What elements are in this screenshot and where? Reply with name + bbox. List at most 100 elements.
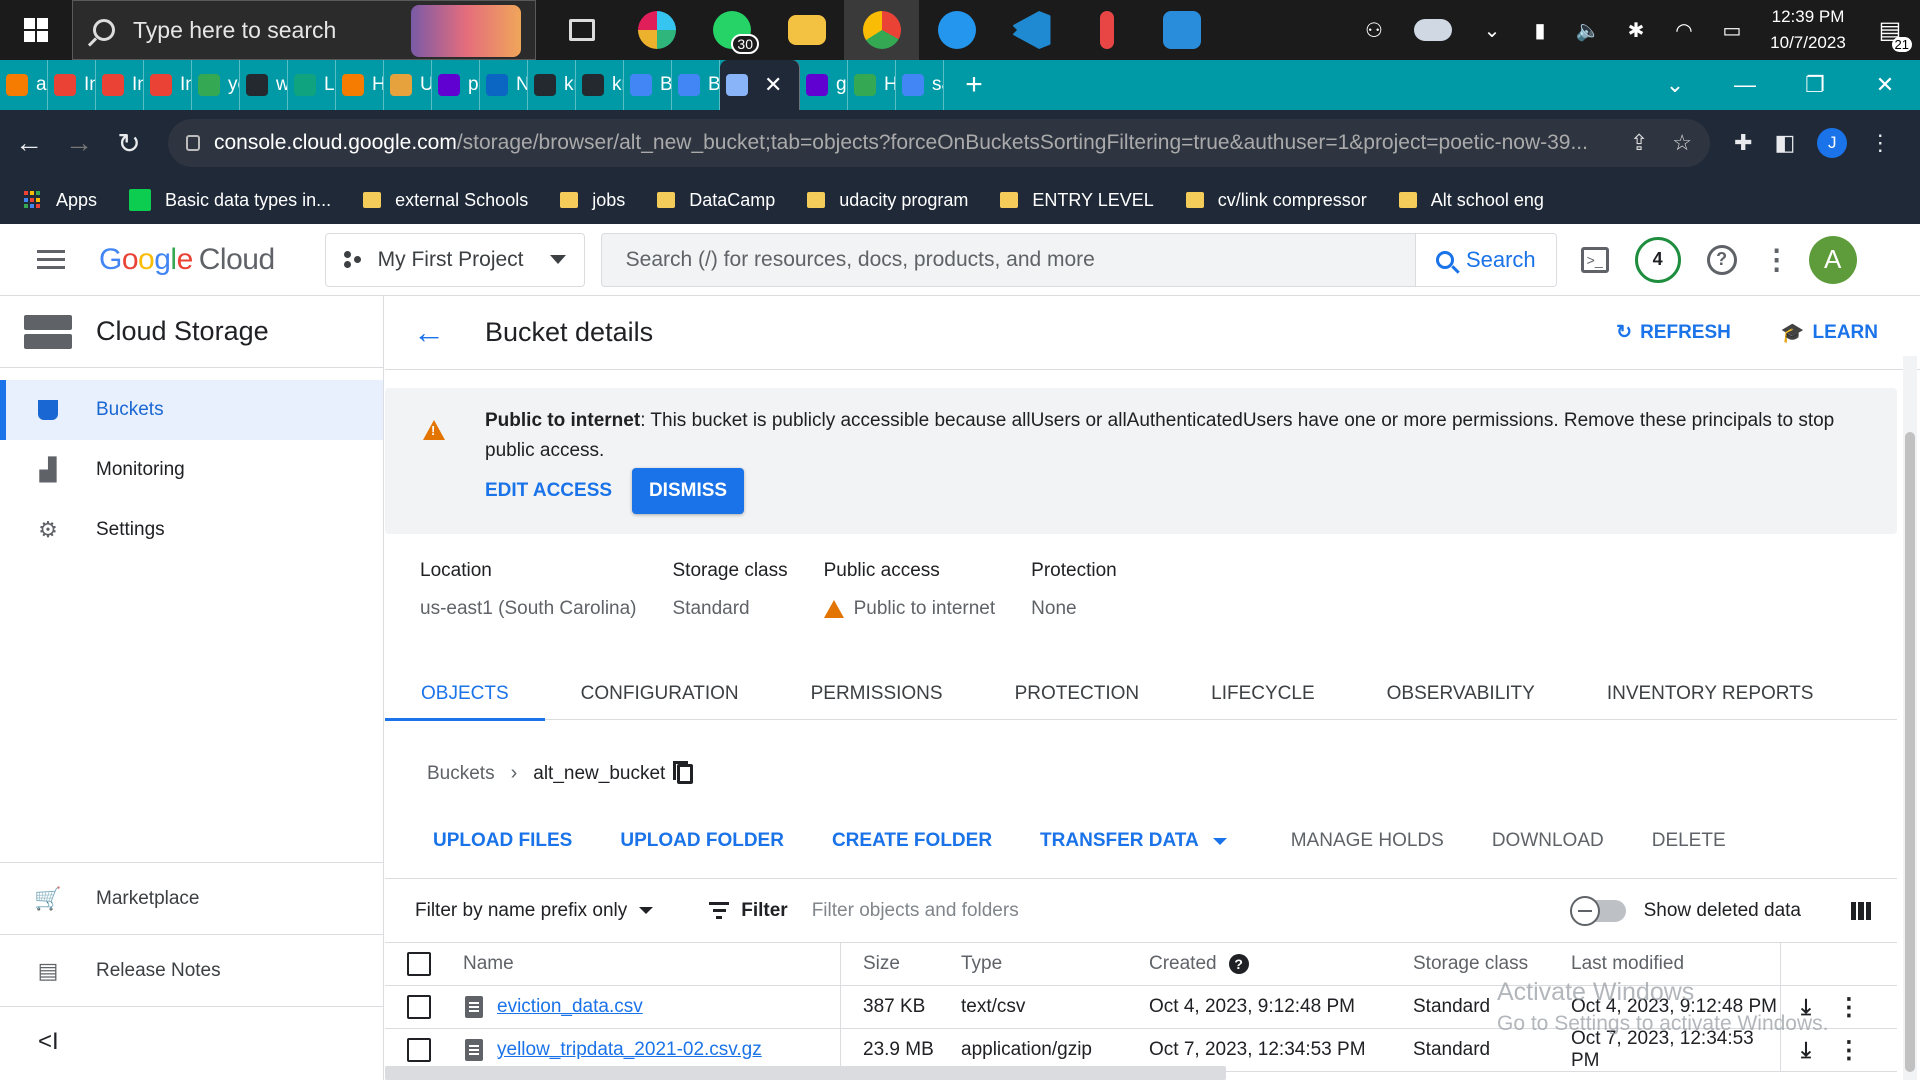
col-header-size[interactable]: Size: [841, 953, 961, 975]
browser-tab[interactable]: kri: [528, 60, 576, 110]
browser-tab[interactable]: Hc: [848, 60, 896, 110]
more-options-icon[interactable]: ⋮: [1837, 993, 1861, 1022]
forward-button[interactable]: →: [58, 127, 100, 159]
chevron-up-icon[interactable]: ⌄: [1468, 0, 1516, 60]
row-checkbox[interactable]: [407, 1038, 431, 1062]
select-all-checkbox[interactable]: [407, 952, 431, 976]
taskbar-slack[interactable]: [619, 0, 694, 60]
cloud-shell-icon[interactable]: >_: [1580, 246, 1609, 273]
refresh-button[interactable]: ↻ REFRESH: [1616, 321, 1731, 345]
filter-mode-select[interactable]: Filter by name prefix only: [415, 900, 654, 922]
bookmark-item[interactable]: jobs: [560, 190, 625, 211]
wifi-icon[interactable]: ◠: [1660, 0, 1708, 60]
browser-tab[interactable]: Inl: [96, 60, 144, 110]
delete-button[interactable]: DELETE: [1628, 830, 1750, 852]
taskbar-file-explorer[interactable]: [769, 0, 844, 60]
weather-icon[interactable]: [1398, 0, 1468, 60]
col-header-storage-class[interactable]: Storage class: [1413, 953, 1571, 975]
notifications-button[interactable]: 4: [1634, 236, 1681, 283]
sidebar-item-monitoring[interactable]: ▟ Monitoring: [0, 440, 383, 500]
browser-tab[interactable]: Nc: [480, 60, 528, 110]
column-display-icon[interactable]: [1851, 901, 1871, 920]
google-cloud-logo[interactable]: Google Cloud: [99, 243, 275, 277]
console-search-input[interactable]: Search (/) for resources, docs, products…: [602, 248, 1415, 272]
bookmark-star-icon[interactable]: ☆: [1672, 130, 1692, 156]
more-options-icon[interactable]: ⋮: [1763, 243, 1791, 276]
col-header-created[interactable]: Created?: [1149, 953, 1413, 975]
browser-tab[interactable]: Inl: [48, 60, 96, 110]
maximize-button[interactable]: ❐: [1780, 72, 1850, 98]
horizontal-scrollbar[interactable]: [385, 1066, 1226, 1080]
copy-icon[interactable]: [673, 760, 694, 784]
taskbar-search-box[interactable]: Type here to search: [72, 0, 536, 60]
sidebar-item-buckets[interactable]: Buckets: [0, 380, 383, 440]
reload-button[interactable]: ↻: [108, 127, 150, 160]
browser-tab[interactable]: gc: [800, 60, 848, 110]
taskbar-app-blue[interactable]: [1144, 0, 1219, 60]
browser-tab[interactable]: Bi: [624, 60, 672, 110]
sidebar-item-release-notes[interactable]: ▤ Release Notes: [0, 934, 384, 1006]
help-icon[interactable]: ?: [1228, 954, 1249, 974]
windows-start-button[interactable]: [0, 0, 72, 60]
collapse-sidebar-button[interactable]: <I: [0, 1006, 384, 1076]
col-header-last-modified[interactable]: Last modified: [1571, 943, 1781, 985]
speaker-icon[interactable]: 🔈: [1564, 0, 1612, 60]
bookmark-item[interactable]: cv/link compressor: [1185, 190, 1367, 211]
sidebar-item-marketplace[interactable]: 🛒 Marketplace: [0, 862, 384, 934]
browser-tab[interactable]: ye: [192, 60, 240, 110]
bookmark-item[interactable]: external Schools: [363, 190, 528, 211]
tab-inventory-reports[interactable]: INVENTORY REPORTS: [1571, 668, 1850, 720]
battery-icon[interactable]: ▭: [1708, 0, 1756, 60]
close-window-button[interactable]: ✕: [1850, 72, 1920, 98]
close-tab-icon[interactable]: ✕: [764, 72, 782, 98]
taskbar-whatsapp[interactable]: 30: [694, 0, 769, 60]
taskbar-clock[interactable]: 12:39 PM 10/7/2023: [1756, 4, 1860, 56]
tab-objects[interactable]: OBJECTS: [385, 668, 545, 721]
browser-tab[interactable]: Lo: [288, 60, 336, 110]
bookmark-item[interactable]: Basic data types in...: [129, 189, 331, 211]
download-icon[interactable]: ⤓: [1801, 994, 1811, 1020]
browser-menu-icon[interactable]: ⋮: [1869, 130, 1891, 156]
download-button[interactable]: DOWNLOAD: [1468, 830, 1628, 852]
minimize-button[interactable]: —: [1710, 72, 1780, 98]
browser-tab[interactable]: py: [432, 60, 480, 110]
address-bar[interactable]: console.cloud.google.com /storage/browse…: [168, 119, 1710, 167]
tab-protection[interactable]: PROTECTION: [979, 668, 1176, 720]
taskbar-vscode[interactable]: [994, 0, 1069, 60]
breadcrumb-buckets[interactable]: Buckets: [427, 763, 495, 785]
filter-button[interactable]: Filter: [709, 900, 788, 922]
learn-button[interactable]: 🎓 LEARN: [1781, 321, 1878, 345]
action-center-button[interactable]: ▤ 21: [1860, 0, 1920, 60]
browser-tab[interactable]: Inl: [144, 60, 192, 110]
bookmark-item[interactable]: Apps: [24, 190, 97, 211]
taskbar-docker[interactable]: [919, 0, 994, 60]
tab-lifecycle[interactable]: LIFECYCLE: [1175, 668, 1350, 720]
browser-tab[interactable]: Bi: [672, 60, 720, 110]
col-header-name[interactable]: Name: [453, 943, 841, 985]
slack-tray-icon[interactable]: ✱: [1612, 0, 1660, 60]
back-button[interactable]: ←: [8, 127, 50, 159]
browser-tab[interactable]: we: [240, 60, 288, 110]
col-header-type[interactable]: Type: [961, 953, 1149, 975]
help-icon[interactable]: ?: [1706, 244, 1737, 275]
extensions-icon[interactable]: ✚: [1734, 130, 1752, 156]
more-options-icon[interactable]: ⋮: [1837, 1036, 1861, 1065]
taskbar-snipping-tool[interactable]: [1069, 0, 1144, 60]
people-icon[interactable]: ⚇: [1350, 0, 1398, 60]
upload-files-button[interactable]: UPLOAD FILES: [385, 830, 596, 852]
bookmark-item[interactable]: Alt school eng: [1398, 190, 1544, 211]
account-avatar[interactable]: A: [1808, 235, 1857, 284]
bookmark-item[interactable]: udacity program: [807, 190, 968, 211]
hamburger-menu-icon[interactable]: [37, 250, 65, 269]
tab-search-icon[interactable]: ⌄: [1640, 72, 1710, 98]
vertical-scrollbar[interactable]: [1903, 356, 1917, 1080]
browser-tab[interactable]: sa: [896, 60, 944, 110]
tab-permissions[interactable]: PERMISSIONS: [775, 668, 979, 720]
transfer-data-button[interactable]: TRANSFER DATA: [1016, 830, 1251, 852]
filter-objects-input[interactable]: Filter objects and folders: [812, 900, 1019, 922]
microphone-icon[interactable]: ▮: [1516, 0, 1564, 60]
dismiss-button[interactable]: DISMISS: [632, 468, 744, 514]
browser-tab[interactable]: az: [0, 60, 48, 110]
row-checkbox[interactable]: [407, 995, 431, 1019]
share-icon[interactable]: ⇪: [1630, 130, 1648, 156]
